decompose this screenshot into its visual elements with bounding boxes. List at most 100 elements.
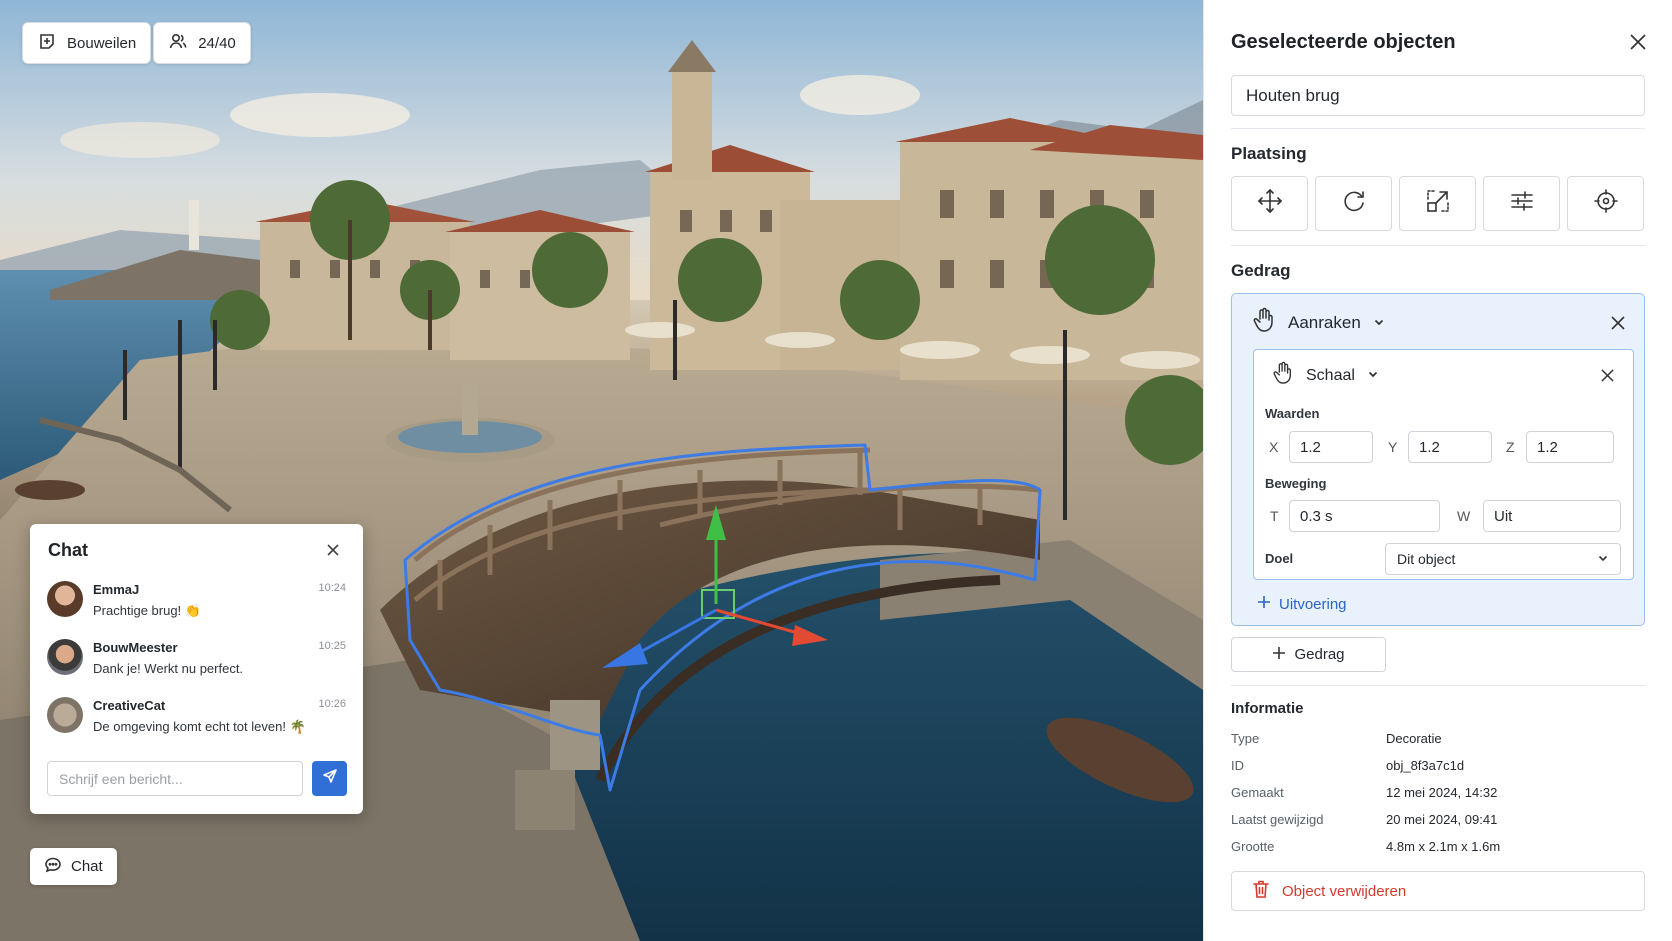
send-button[interactable]	[312, 761, 347, 796]
build-icon	[37, 31, 57, 55]
scale-x-input[interactable]	[1289, 431, 1373, 463]
object-name-input[interactable]	[1231, 75, 1645, 116]
message-time: 10:24	[318, 582, 346, 594]
info-value: obj_8f3a7c1d	[1386, 758, 1465, 773]
close-icon[interactable]	[1606, 311, 1630, 335]
duration-input[interactable]	[1289, 500, 1440, 532]
info-row: Grootte 4.8m x 2.1m x 1.6m	[1231, 839, 1500, 854]
chat-message: CreativeCat 10:26 De omgeving komt echt …	[30, 692, 363, 750]
chat-input-row	[47, 761, 347, 796]
action-dropdown[interactable]: Schaal	[1272, 361, 1379, 390]
adjust-tool-button[interactable]	[1483, 176, 1560, 231]
players-icon	[168, 31, 188, 55]
message-time: 10:25	[318, 640, 346, 652]
chat-message-input[interactable]	[47, 761, 303, 796]
hand-icon	[1252, 307, 1276, 338]
sliders-icon	[1509, 188, 1535, 219]
close-icon[interactable]	[321, 538, 345, 562]
avatar	[47, 581, 83, 617]
panel-title: Geselecteerde objecten	[1231, 30, 1456, 53]
hand-icon	[1272, 361, 1294, 390]
x-axis-label: X	[1269, 439, 1279, 455]
placement-label: Plaatsing	[1231, 144, 1307, 163]
message-text: Dank je! Werkt nu perfect.	[93, 661, 244, 676]
chat-message: BouwMeester 10:25 Dank je! Werkt nu perf…	[30, 634, 363, 692]
viewport-3d[interactable]: Bouweilen 24/40 Chat EmmaJ 10:24 Prachti…	[0, 0, 1203, 941]
add-execution-label: Uitvoering	[1279, 595, 1347, 613]
info-key: Laatst gewijzigd	[1231, 812, 1324, 827]
info-title: Informatie	[1231, 700, 1304, 717]
add-behavior-label: Gedrag	[1294, 646, 1345, 663]
y-axis-label: Y	[1388, 439, 1398, 455]
build-mode-label: Bouweilen	[67, 34, 137, 52]
scale-y-input[interactable]	[1408, 431, 1492, 463]
action-card: Schaal Waarden X Y Z Beweging T W	[1253, 349, 1634, 580]
send-icon	[322, 768, 338, 789]
chevron-down-icon	[1367, 367, 1379, 385]
avatar	[47, 639, 83, 675]
info-value: 4.8m x 2.1m x 1.6m	[1386, 839, 1501, 854]
chevron-down-icon	[1373, 313, 1385, 333]
message-time: 10:26	[318, 698, 346, 710]
pivot-tool-button[interactable]	[1567, 176, 1644, 231]
build-mode-button[interactable]: Bouweilen	[22, 22, 152, 64]
avatar	[47, 697, 83, 733]
placement-tools	[1231, 176, 1644, 231]
close-icon[interactable]	[1595, 364, 1619, 388]
info-value: 20 mei 2024, 09:41	[1386, 812, 1498, 827]
move-icon	[1257, 188, 1283, 219]
add-execution-button[interactable]: Uitvoering	[1257, 595, 1347, 613]
info-value: 12 mei 2024, 14:32	[1386, 785, 1498, 800]
move-tool-button[interactable]	[1231, 176, 1308, 231]
info-value: Decoratie	[1386, 731, 1442, 746]
info-key: Grootte	[1231, 839, 1275, 854]
plus-icon	[1272, 646, 1286, 664]
chevron-down-icon	[1597, 551, 1609, 567]
target-label: Doel	[1265, 551, 1294, 566]
z-axis-label: Z	[1506, 439, 1515, 455]
info-row: Laatst gewijzigd 20 mei 2024, 09:41	[1231, 812, 1497, 827]
info-key: Gemaakt	[1231, 785, 1284, 800]
trash-icon	[1252, 879, 1270, 903]
info-row: Gemaakt 12 mei 2024, 14:32	[1231, 785, 1497, 800]
message-user: BouwMeester	[93, 640, 178, 655]
chat-panel: Chat EmmaJ 10:24 Prachtige brug! 👏 BouwM…	[30, 524, 363, 814]
properties-panel: Geselecteerde objecten Plaatsing	[1203, 0, 1672, 941]
scene-toolbar: Bouweilen 24/40	[22, 22, 251, 64]
t-label: T	[1270, 508, 1279, 524]
scale-tool-button[interactable]	[1399, 176, 1476, 231]
delete-label: Object verwijderen	[1282, 882, 1407, 900]
info-row: Type Decoratie	[1231, 731, 1442, 746]
rotate-tool-button[interactable]	[1315, 176, 1392, 231]
target-value: Dit object	[1397, 551, 1456, 567]
message-user: EmmaJ	[93, 582, 140, 597]
chat-bubble-icon	[44, 856, 62, 878]
message-user: CreativeCat	[93, 698, 166, 713]
wait-input[interactable]	[1483, 500, 1621, 532]
delete-object-button[interactable]: Object verwijderen	[1231, 871, 1645, 911]
close-icon[interactable]	[1626, 30, 1650, 54]
scale-z-input[interactable]	[1526, 431, 1614, 463]
chat-toggle-button[interactable]: Chat	[30, 848, 117, 885]
divider	[1231, 245, 1645, 246]
info-key: Type	[1231, 731, 1260, 746]
motion-label: Beweging	[1265, 476, 1327, 491]
players-count: 24/40	[198, 34, 236, 52]
message-text: Prachtige brug! 👏	[93, 603, 201, 618]
add-behavior-button[interactable]: Gedrag	[1231, 637, 1386, 672]
target-select[interactable]: Dit object	[1385, 543, 1621, 575]
chat-header: Chat	[30, 524, 363, 576]
trigger-dropdown[interactable]: Aanraken	[1252, 307, 1385, 338]
plus-icon	[1257, 595, 1271, 613]
chat-message: EmmaJ 10:24 Prachtige brug! 👏	[30, 576, 363, 634]
chat-title: Chat	[48, 539, 88, 560]
crosshair-icon	[1593, 188, 1619, 219]
info-key: ID	[1231, 758, 1244, 773]
scale-icon	[1425, 188, 1451, 219]
behavior-label: Gedrag	[1231, 261, 1291, 280]
chat-toggle-label: Chat	[71, 858, 103, 875]
w-label: W	[1457, 508, 1471, 524]
divider	[1231, 128, 1645, 129]
values-label: Waarden	[1265, 406, 1320, 421]
players-button[interactable]: 24/40	[153, 22, 251, 64]
